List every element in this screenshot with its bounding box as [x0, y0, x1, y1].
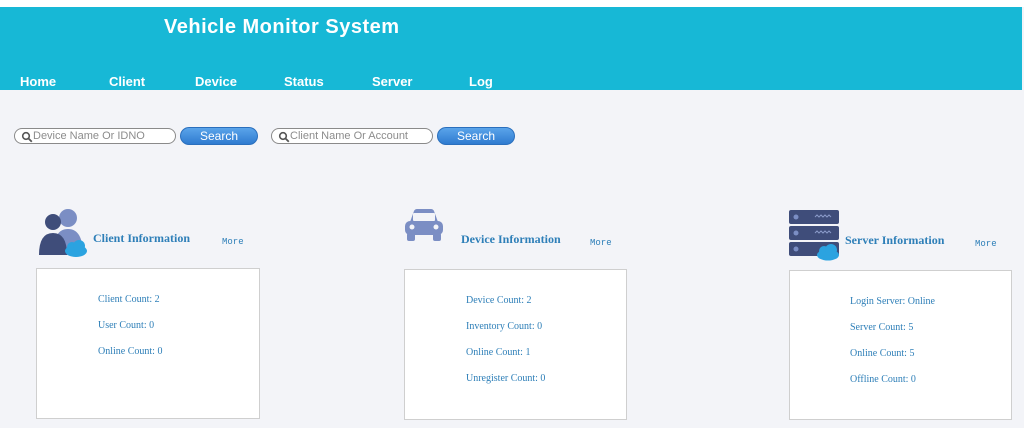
server-offline-count: Offline Count: 0 [850, 374, 916, 385]
server-count: Server Count: 5 [850, 322, 914, 333]
nav-server[interactable]: Server [372, 74, 412, 89]
server-more-link[interactable]: More [975, 239, 997, 249]
device-info-title: Device Information [461, 232, 561, 246]
car-icon [405, 209, 443, 241]
search-icon [21, 131, 33, 143]
client-search-field [271, 128, 433, 144]
server-info-title: Server Information [845, 233, 945, 247]
users-icon [39, 209, 87, 257]
server-info-box: Login Server: Online Server Count: 5 Onl… [789, 270, 1012, 420]
nav-home[interactable]: Home [20, 74, 56, 89]
login-server-status: Login Server: Online [850, 296, 935, 307]
user-count: User Count: 0 [98, 320, 155, 331]
device-search-button[interactable]: Search [180, 127, 258, 145]
device-more-link[interactable]: More [590, 238, 612, 248]
inventory-count: Inventory Count: 0 [466, 321, 543, 332]
device-search-input[interactable] [33, 129, 169, 143]
nav-log[interactable]: Log [469, 74, 493, 89]
app-header: Vehicle Monitor System Home Client Devic… [0, 7, 1022, 90]
client-search-input[interactable] [290, 129, 426, 143]
client-count: Client Count: 2 [98, 294, 160, 305]
nav-device[interactable]: Device [195, 74, 237, 89]
top-strip [0, 0, 1024, 7]
device-count: Device Count: 2 [466, 295, 532, 306]
device-search-field [14, 128, 176, 144]
app-title: Vehicle Monitor System [164, 16, 400, 38]
search-icon [278, 131, 290, 143]
device-online-count: Online Count: 1 [466, 347, 531, 358]
client-search-button[interactable]: Search [437, 127, 515, 145]
client-info-box: Client Count: 2 User Count: 0 Online Cou… [36, 268, 260, 419]
device-info-box: Device Count: 2 Inventory Count: 0 Onlin… [404, 269, 627, 420]
client-info-title: Client Information [93, 231, 190, 245]
server-icon [789, 210, 839, 261]
client-online-count: Online Count: 0 [98, 346, 163, 357]
unregister-count: Unregister Count: 0 [466, 373, 546, 384]
server-online-count: Online Count: 5 [850, 348, 915, 359]
nav-client[interactable]: Client [109, 74, 145, 89]
client-more-link[interactable]: More [222, 237, 244, 247]
nav-status[interactable]: Status [284, 74, 324, 89]
